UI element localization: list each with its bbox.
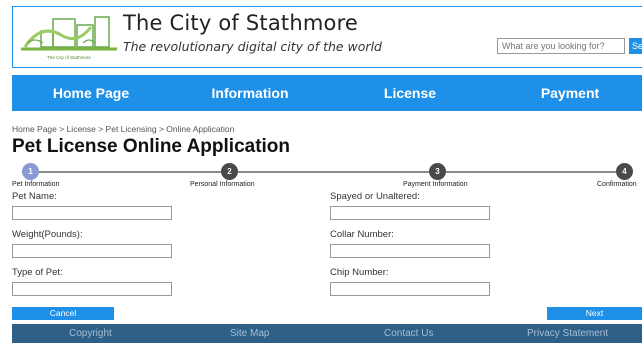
site-tagline: The revolutionary digital city of the wo… xyxy=(123,39,382,54)
pet-name-label: Pet Name: xyxy=(12,191,57,202)
weight-input[interactable] xyxy=(12,244,172,258)
step-3-circle: 3 xyxy=(429,163,446,180)
breadcrumb[interactable]: Home Page > License > Pet Licensing > On… xyxy=(12,124,234,134)
site-footer: Copyright Site Map Contact Us Privacy St… xyxy=(12,324,642,343)
weight-label: Weight(Pounds): xyxy=(12,229,83,240)
nav-item-home[interactable]: Home Page xyxy=(12,75,170,111)
step-connector xyxy=(238,171,430,173)
search-button[interactable]: Search xyxy=(629,38,642,54)
footer-link-contact[interactable]: Contact Us xyxy=(384,324,433,343)
step-4-circle: 4 xyxy=(616,163,633,180)
step-3-label: Payment Information xyxy=(403,181,468,188)
footer-link-privacy[interactable]: Privacy Statement xyxy=(527,324,608,343)
step-1-circle: 1 xyxy=(22,163,39,180)
logo-text: The City of Stathmore xyxy=(47,55,91,60)
nav-item-information[interactable]: Information xyxy=(170,75,330,111)
spayed-input[interactable] xyxy=(330,206,490,220)
step-2-label: Personal Information xyxy=(190,181,255,188)
city-logo[interactable]: The City of Stathmore xyxy=(21,13,117,63)
cancel-button[interactable]: Cancel xyxy=(12,307,114,320)
main-nav: Home Page Information License Payment xyxy=(12,75,642,111)
step-connector xyxy=(22,171,222,173)
search-input[interactable] xyxy=(497,38,625,54)
footer-link-copyright[interactable]: Copyright xyxy=(69,324,112,343)
page-title: Pet License Online Application xyxy=(12,136,291,157)
step-connector xyxy=(446,171,616,173)
collar-number-label: Collar Number: xyxy=(330,229,394,240)
site-title: The City of Stathmore xyxy=(123,11,359,35)
nav-item-payment[interactable]: Payment xyxy=(490,75,642,111)
step-4-label: Confirmation xyxy=(597,181,637,188)
nav-item-license[interactable]: License xyxy=(330,75,490,111)
chip-number-input[interactable] xyxy=(330,282,490,296)
city-skyline-icon: The City of Stathmore xyxy=(21,13,117,63)
chip-number-label: Chip Number: xyxy=(330,267,389,278)
step-1-label: Pet Information xyxy=(12,181,60,188)
pet-name-input[interactable] xyxy=(12,206,172,220)
footer-link-sitemap[interactable]: Site Map xyxy=(230,324,269,343)
spayed-label: Spayed or Unaltered: xyxy=(330,191,420,202)
collar-number-input[interactable] xyxy=(330,244,490,258)
next-button[interactable]: Next xyxy=(547,307,642,320)
pet-type-label: Type of Pet: xyxy=(12,267,63,278)
site-header: The City of Stathmore The City of Stathm… xyxy=(12,6,642,68)
step-2-circle: 2 xyxy=(221,163,238,180)
pet-type-input[interactable] xyxy=(12,282,172,296)
